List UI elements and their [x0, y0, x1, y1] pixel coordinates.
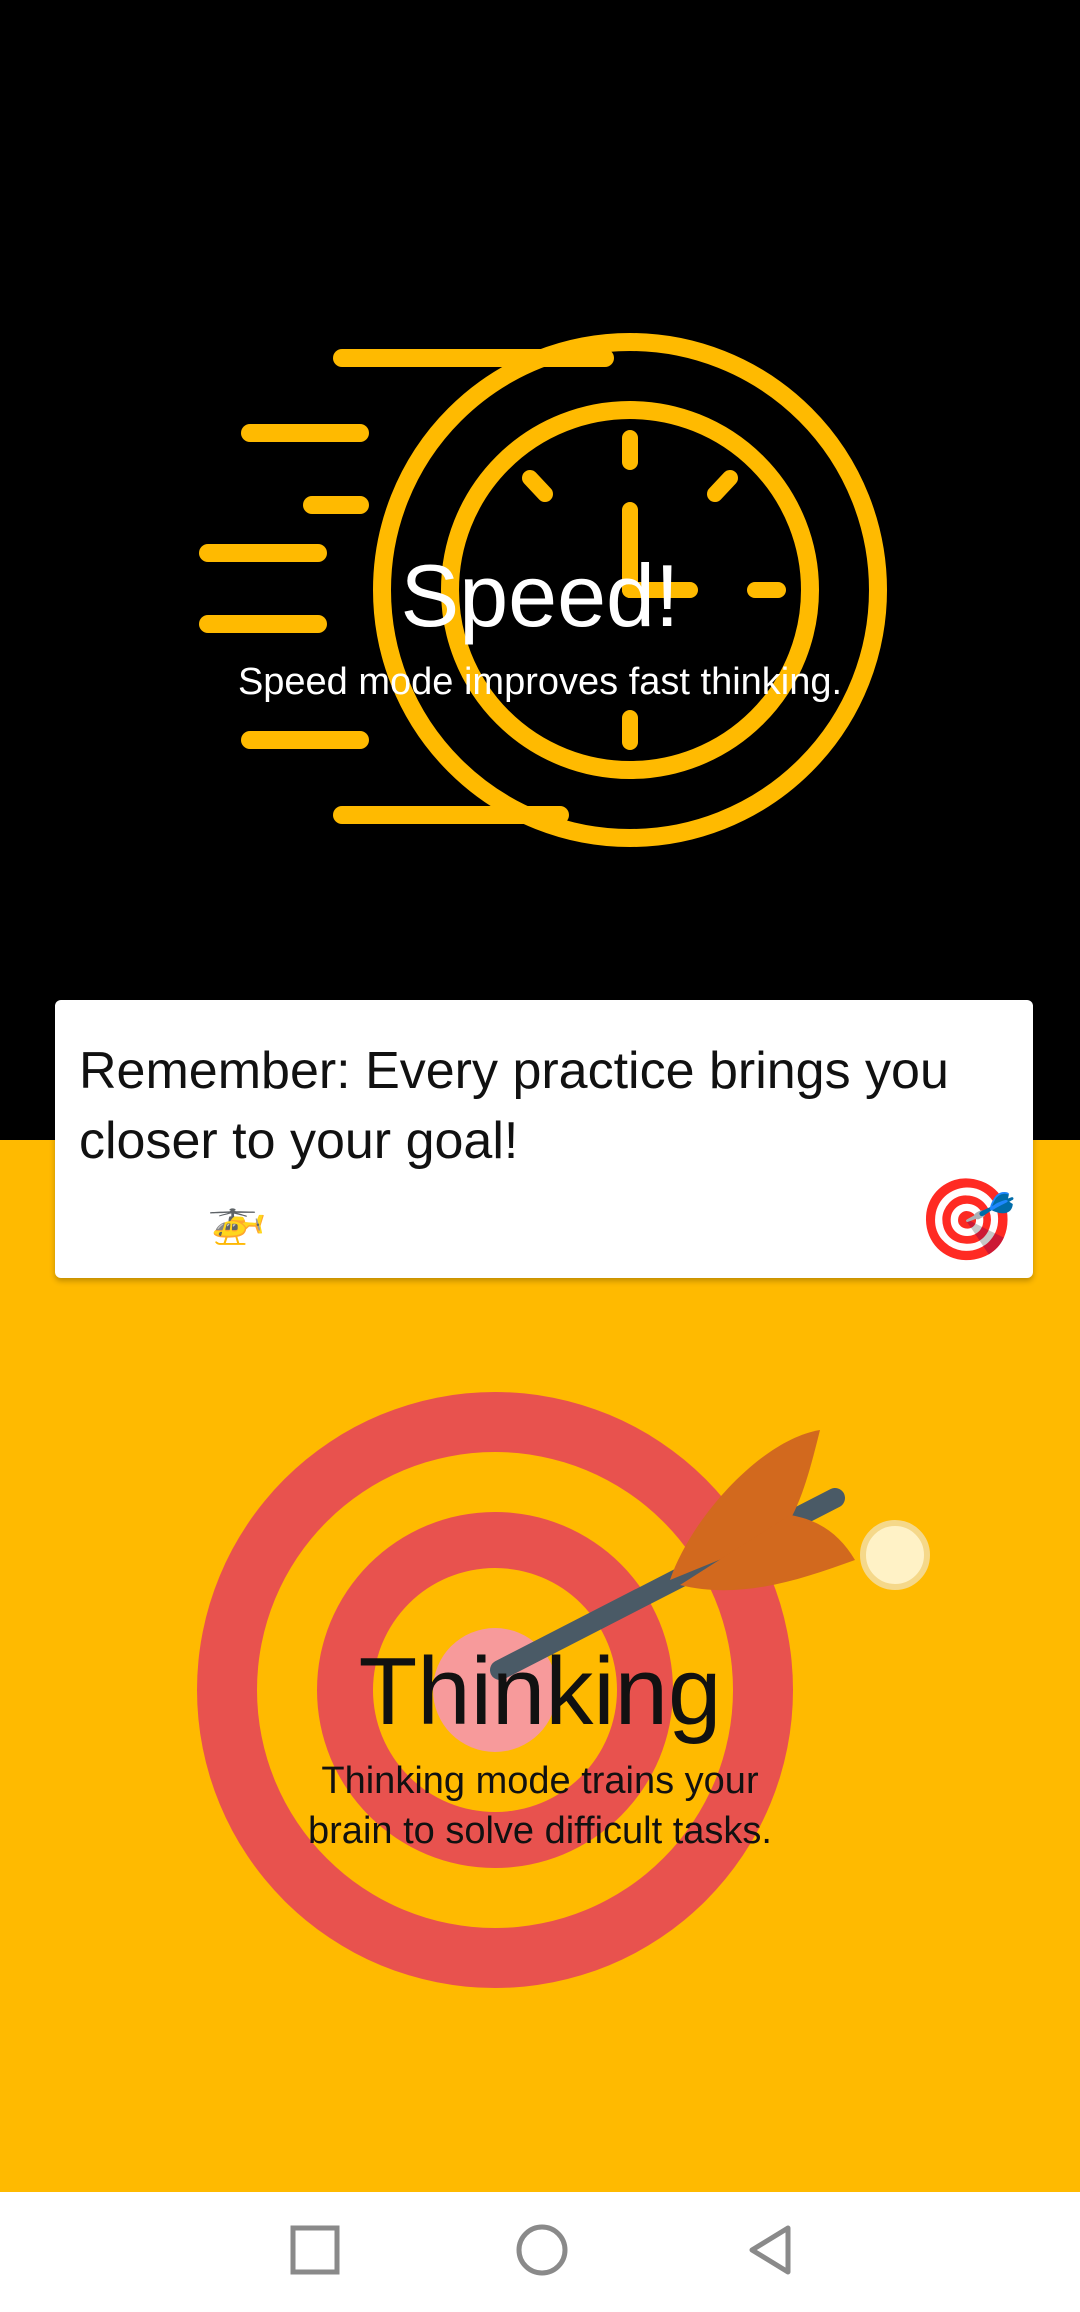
target-icon: 🎯 [917, 1175, 1017, 1264]
motivation-card[interactable]: Remember: Every practice brings you clos… [55, 1000, 1033, 1278]
navigation-bar [0, 2192, 1080, 2312]
recents-square-icon[interactable] [285, 2220, 345, 2280]
motivation-text: Remember: Every practice brings you clos… [79, 1042, 949, 1170]
home-circle-icon[interactable] [512, 2220, 572, 2280]
helicopter-icon: 🚁 [207, 1193, 267, 1246]
thinking-subtitle-line1: Thinking mode trains your [321, 1760, 759, 1802]
back-triangle-icon[interactable] [742, 2220, 802, 2280]
speed-subtitle: Speed mode improves fast thinking. [237, 661, 843, 703]
thinking-subtitle-line2: brain to solve difficult tasks. [308, 1810, 772, 1852]
speed-section[interactable]: Speed! Speed mode improves fast thinking… [0, 0, 1080, 1140]
thinking-subtitle: Thinking mode trains your brain to solve… [0, 1756, 1080, 1856]
thinking-title: Thinking [358, 1638, 722, 1745]
thinking-section[interactable]: Thinking Thinking mode trains your brain… [0, 1140, 1080, 2192]
speed-title: Speed! [400, 546, 680, 645]
